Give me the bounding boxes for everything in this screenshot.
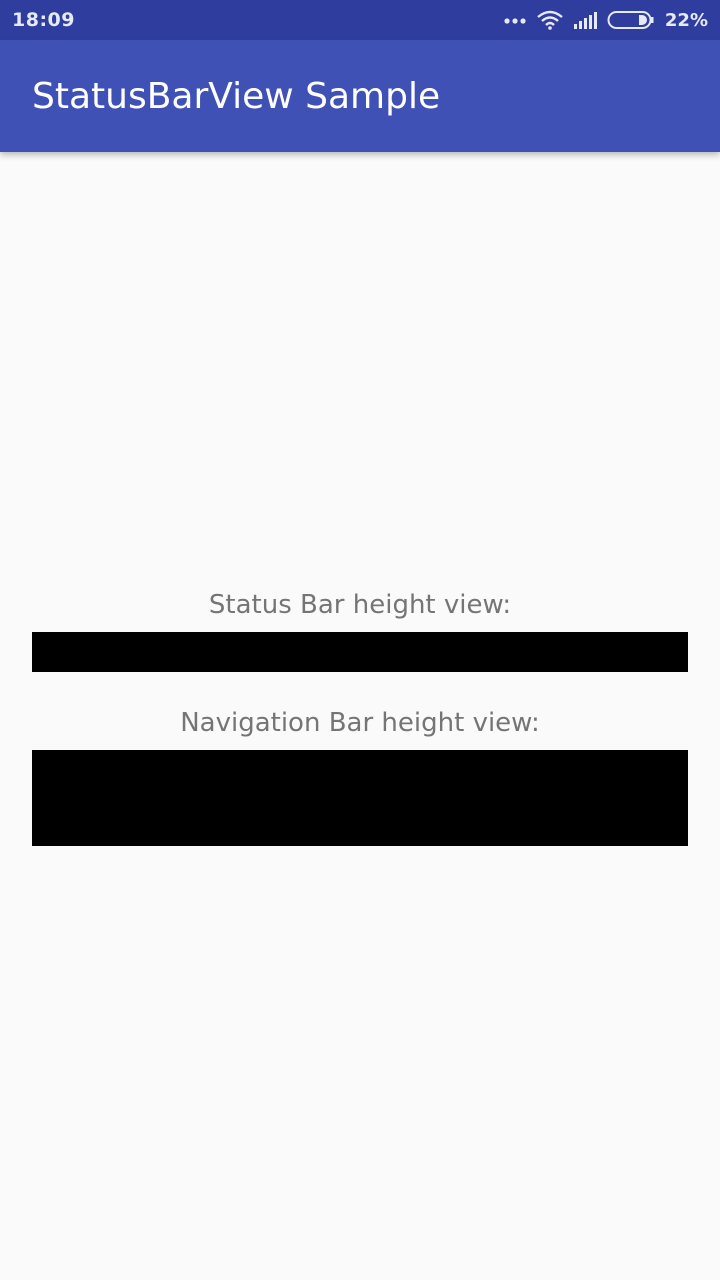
status-icons: 22% <box>503 10 708 31</box>
battery-icon <box>607 10 655 30</box>
battery-percent: 22% <box>664 9 708 31</box>
navigation-bar-height-label: Navigation Bar height view: <box>180 708 540 738</box>
app-toolbar: StatusBarView Sample <box>0 40 720 152</box>
navigation-bar-height-view <box>32 750 688 846</box>
system-status-bar: 18:09 22% <box>0 0 720 40</box>
app-title: StatusBarView Sample <box>32 75 441 117</box>
more-dots-icon <box>503 15 527 25</box>
signal-icon <box>573 11 597 29</box>
wifi-icon <box>537 10 563 30</box>
status-time: 18:09 <box>12 9 75 31</box>
status-bar-height-view <box>32 632 688 672</box>
status-bar-height-label: Status Bar height view: <box>208 590 512 620</box>
